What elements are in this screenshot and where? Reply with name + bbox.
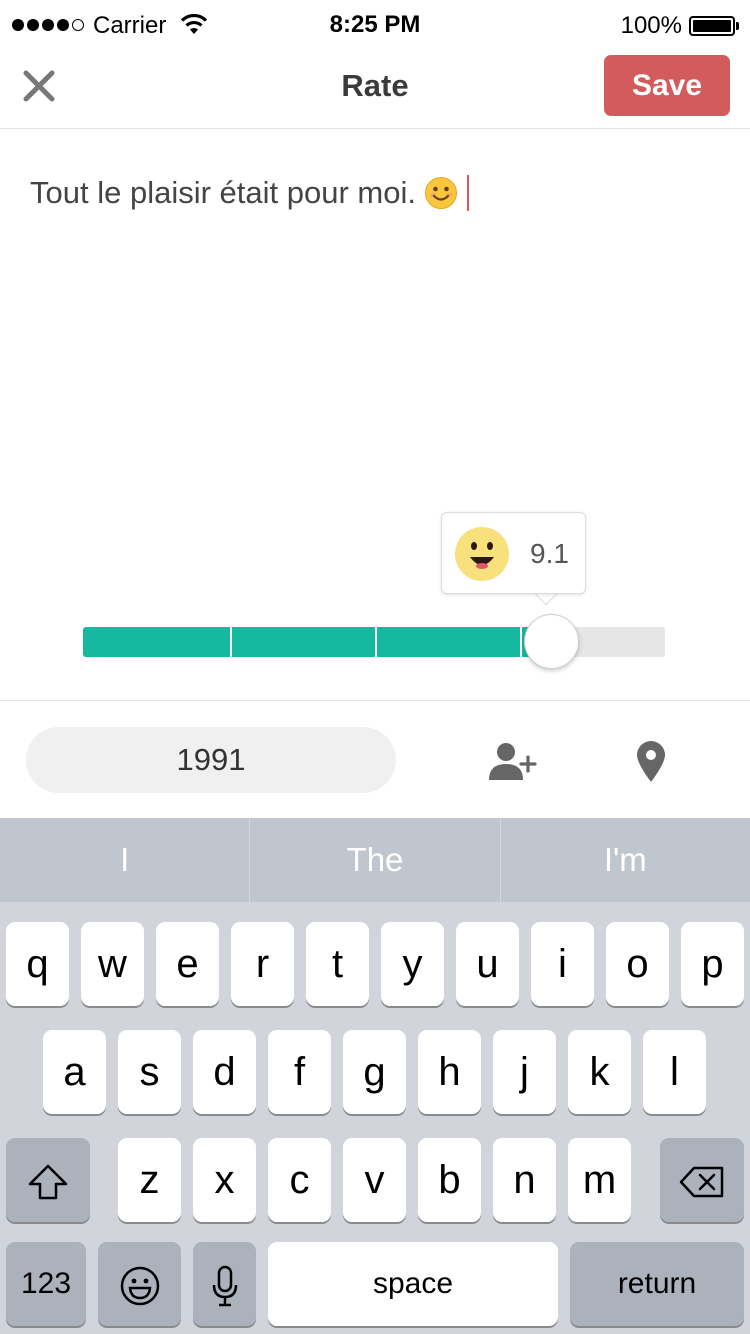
return-key[interactable]: return (570, 1242, 744, 1326)
key-c[interactable]: c (268, 1138, 331, 1222)
key-y[interactable]: y (381, 922, 444, 1006)
key-w[interactable]: w (81, 922, 144, 1006)
key-d[interactable]: d (193, 1030, 256, 1114)
key-r[interactable]: r (231, 922, 294, 1006)
key-f[interactable]: f (268, 1030, 331, 1114)
happy-face-icon (455, 527, 509, 581)
slider-tick (375, 627, 377, 657)
year-button[interactable]: 1991 (26, 727, 396, 793)
key-h[interactable]: h (418, 1030, 481, 1114)
slider-tick (230, 627, 232, 657)
navigation-bar: Rate Save (0, 50, 750, 129)
key-k[interactable]: k (568, 1030, 631, 1114)
smiling-emoji-icon (424, 177, 457, 209)
key-m[interactable]: m (568, 1138, 631, 1222)
suggestion-bar: I The I'm (0, 818, 750, 902)
key-x[interactable]: x (193, 1138, 256, 1222)
key-p[interactable]: p (681, 922, 744, 1006)
status-bar: Carrier 8:25 PM 100% (0, 0, 750, 50)
key-u[interactable]: u (456, 922, 519, 1006)
numbers-key[interactable]: 123 (6, 1242, 86, 1326)
suggestion-item[interactable]: I'm (501, 818, 750, 902)
battery-icon (689, 16, 735, 36)
rating-tooltip: 9.1 (441, 512, 586, 594)
shift-icon (28, 1165, 68, 1200)
key-b[interactable]: b (418, 1138, 481, 1222)
location-pin-icon[interactable] (634, 740, 668, 784)
rating-value: 9.1 (530, 538, 569, 569)
key-o[interactable]: o (606, 922, 669, 1006)
key-v[interactable]: v (343, 1138, 406, 1222)
text-cursor (466, 175, 469, 211)
dictation-key[interactable] (193, 1242, 256, 1326)
key-z[interactable]: z (118, 1138, 181, 1222)
space-key[interactable]: space (268, 1242, 558, 1326)
key-n[interactable]: n (493, 1138, 556, 1222)
review-text: Tout le plaisir était pour moi. (30, 175, 416, 210)
key-l[interactable]: l (643, 1030, 706, 1114)
keyboard: I The I'm q w e r t y u i o p a s d f g … (0, 818, 750, 1334)
emoji-icon (120, 1267, 159, 1306)
slider-tick (520, 627, 522, 657)
add-person-icon[interactable] (486, 740, 538, 784)
key-t[interactable]: t (306, 922, 369, 1006)
key-j[interactable]: j (493, 1030, 556, 1114)
shift-key[interactable] (6, 1138, 90, 1222)
divider (0, 700, 750, 701)
rating-slider-thumb[interactable] (524, 614, 579, 669)
delete-key[interactable] (660, 1138, 744, 1222)
rating-slider-fill (83, 627, 549, 657)
suggestion-item[interactable]: I (0, 818, 251, 902)
review-text-input[interactable]: Tout le plaisir était pour moi. (30, 175, 469, 211)
suggestion-item[interactable]: The (250, 818, 501, 902)
save-button[interactable]: Save (604, 55, 730, 116)
key-i[interactable]: i (531, 922, 594, 1006)
microphone-icon (212, 1266, 237, 1307)
battery-cap (736, 22, 739, 30)
backspace-icon (679, 1167, 724, 1198)
key-s[interactable]: s (118, 1030, 181, 1114)
key-q[interactable]: q (6, 922, 69, 1006)
key-g[interactable]: g (343, 1030, 406, 1114)
emoji-key[interactable] (98, 1242, 181, 1326)
battery-percentage: 100% (620, 12, 682, 39)
key-a[interactable]: a (43, 1030, 106, 1114)
key-e[interactable]: e (156, 922, 219, 1006)
